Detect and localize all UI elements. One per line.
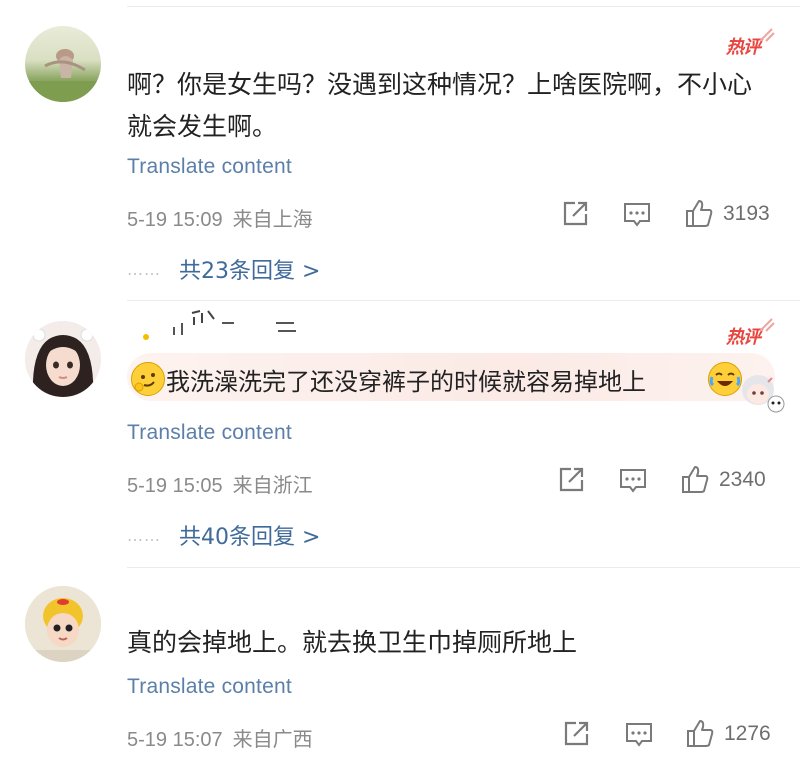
- comment-meta: 5-19 15:05 来自浙江: [127, 469, 313, 498]
- avatar-image: [25, 49, 101, 102]
- translate-link[interactable]: Translate content: [127, 155, 292, 179]
- avatar-image: [25, 321, 101, 397]
- comment-location: 来自浙江: [232, 475, 313, 497]
- translate-link[interactable]: Translate content: [127, 675, 292, 699]
- smirk-emoji-icon: [131, 362, 165, 396]
- comment-divider: [127, 300, 800, 301]
- like-icon[interactable]: [684, 198, 714, 228]
- comment-time: 5-19 15:05: [127, 475, 223, 497]
- comment-time: 5-19 15:07: [127, 729, 223, 751]
- comment-meta: 5-19 15:09 来自上海: [127, 203, 313, 232]
- laugh-cry-emoji-icon: [708, 362, 742, 396]
- comment-time: 5-19 15:09: [127, 209, 223, 231]
- view-replies-link[interactable]: …… 共23条回复 >: [127, 253, 320, 285]
- like-icon[interactable]: [685, 718, 715, 748]
- like-icon[interactable]: [680, 464, 710, 494]
- comment-text: 真的会掉地上。就去换卫生巾掉厕所地上: [127, 628, 578, 657]
- comment-location: 来自广西: [232, 729, 313, 751]
- avatar[interactable]: [25, 586, 101, 662]
- hot-comment-badge-icon: [759, 28, 775, 42]
- comment-divider: [127, 567, 800, 568]
- comment-icon[interactable]: [623, 200, 651, 228]
- comment-icon[interactable]: [619, 466, 647, 494]
- comment-text: 啊？你是女生吗？没遇到这种情况？上啥医院啊，不小心就会发生啊。: [127, 70, 753, 141]
- avatar[interactable]: [25, 26, 101, 102]
- sticker-character-icon: [742, 375, 785, 413]
- like-count: 2340: [719, 468, 766, 491]
- comment-icon[interactable]: [625, 720, 653, 748]
- reply-dots: ……: [127, 260, 161, 279]
- hot-comment-badge: 热评: [726, 28, 775, 58]
- comment-location: 来自上海: [232, 209, 313, 231]
- share-icon[interactable]: [562, 720, 590, 748]
- translate-link[interactable]: Translate content: [127, 421, 292, 445]
- avatar-image: [25, 586, 101, 662]
- share-icon[interactable]: [557, 466, 585, 494]
- hot-comment-badge-icon: [759, 318, 775, 332]
- reply-dots: ……: [127, 526, 161, 545]
- view-replies-link[interactable]: …… 共40条回复 >: [127, 519, 320, 551]
- hot-comment-badge-label: 热评: [726, 327, 761, 348]
- hot-comment-badge-label: 热评: [726, 37, 761, 58]
- like-count: 1276: [724, 722, 771, 745]
- top-divider: [127, 6, 800, 7]
- comment-meta: 5-19 15:07 来自广西: [127, 723, 313, 752]
- reply-count-link[interactable]: 共40条回复 >: [179, 525, 320, 550]
- comment-text: 我洗澡洗完了还没穿裤子的时候就容易掉地上: [166, 368, 646, 396]
- share-icon[interactable]: [561, 200, 589, 228]
- handwriting-scribble: [143, 310, 296, 340]
- reply-count-link[interactable]: 共23条回复 >: [179, 259, 320, 284]
- like-count: 3193: [723, 202, 770, 225]
- hot-comment-badge: 热评: [726, 318, 775, 348]
- avatar[interactable]: [25, 321, 101, 397]
